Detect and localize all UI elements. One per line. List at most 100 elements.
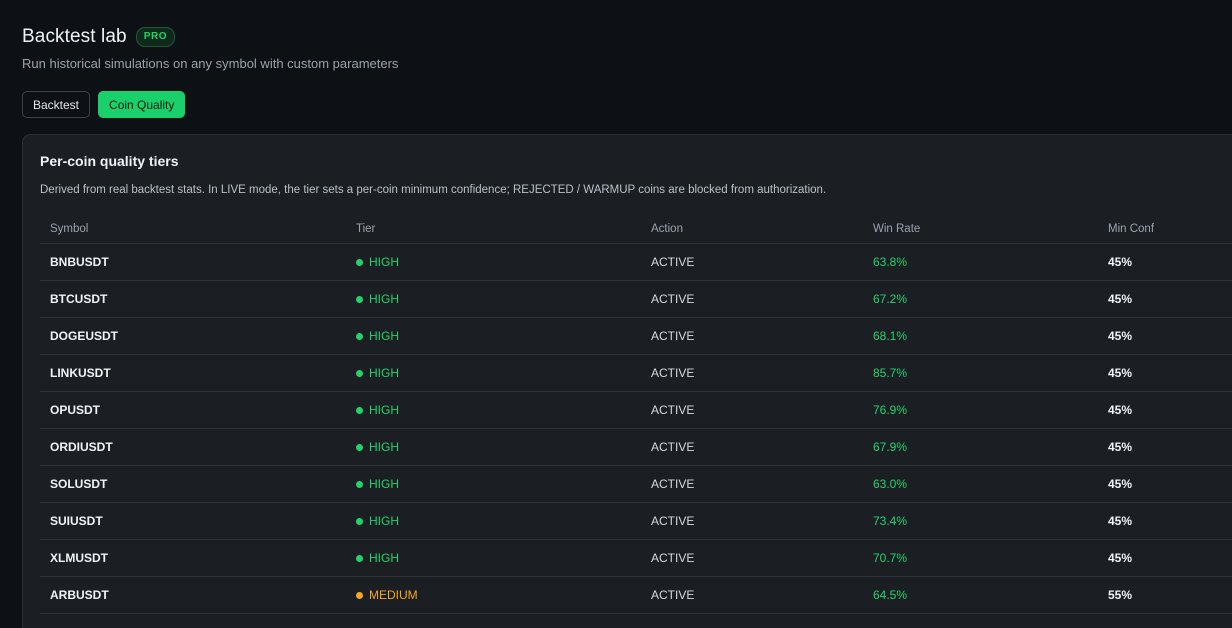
page-header: Backtest lab PRO Run historical simulati… — [22, 25, 398, 71]
tier-cell: HIGH — [346, 539, 641, 577]
tier-cell: HIGH — [346, 354, 641, 392]
tier-indicator: HIGH — [356, 329, 399, 343]
pro-badge: PRO — [135, 27, 176, 47]
tier-cell: HIGH — [346, 317, 641, 355]
tier-label: HIGH — [369, 255, 399, 270]
min-conf-cell: 45% — [1098, 391, 1232, 429]
tier-dot-icon — [356, 258, 363, 266]
tier-dot-icon — [356, 369, 363, 377]
table-header-row: Symbol Tier Action Win Rate Min Conf — [40, 214, 1232, 244]
action-cell: ACTIVE — [641, 280, 863, 318]
tab-backtest[interactable]: Backtest — [22, 91, 91, 118]
column-header-symbol: Symbol — [40, 214, 346, 244]
tier-indicator: HIGH — [356, 292, 399, 306]
tier-cell: HIGH — [346, 391, 641, 429]
coin-quality-table: Symbol Tier Action Win Rate Min Conf BNB… — [40, 214, 1232, 614]
table-body: BNBUSDT HIGH ACTIVE 63.8% 45% BTCUSDT HI… — [40, 243, 1232, 614]
tier-label: HIGH — [369, 292, 399, 307]
action-cell: ACTIVE — [641, 576, 863, 614]
column-header-min-conf: Min Conf — [1098, 214, 1232, 244]
tier-label: HIGH — [369, 329, 399, 344]
win-rate-cell: 68.1% — [863, 317, 1098, 355]
tier-dot-icon — [356, 554, 363, 562]
tier-indicator: HIGH — [356, 551, 399, 565]
title-row: Backtest lab PRO — [22, 25, 176, 49]
panel-description: Derived from real backtest stats. In LIV… — [40, 184, 827, 196]
tier-indicator: HIGH — [356, 255, 399, 269]
column-header-tier: Tier — [346, 214, 641, 244]
symbol-cell: DOGEUSDT — [40, 317, 346, 355]
page-title: Backtest lab — [22, 26, 127, 47]
action-cell: ACTIVE — [641, 428, 863, 466]
tier-cell: HIGH — [346, 502, 641, 540]
tier-indicator: MEDIUM — [356, 588, 418, 602]
win-rate-cell: 76.9% — [863, 391, 1098, 429]
symbol-cell: XLMUSDT — [40, 539, 346, 577]
min-conf-cell: 45% — [1098, 243, 1232, 281]
tier-dot-icon — [356, 406, 363, 414]
tier-cell: MEDIUM — [346, 576, 641, 614]
tier-label: MEDIUM — [369, 588, 418, 603]
tier-indicator: HIGH — [356, 514, 399, 528]
column-header-action: Action — [641, 214, 863, 244]
table-row: XLMUSDT HIGH ACTIVE 70.7% 45% — [40, 539, 1232, 577]
table-row: ARBUSDT MEDIUM ACTIVE 64.5% 55% — [40, 576, 1232, 614]
tier-indicator: HIGH — [356, 477, 399, 491]
symbol-cell: SOLUSDT — [40, 465, 346, 503]
tier-label: HIGH — [369, 366, 399, 381]
action-cell: ACTIVE — [641, 317, 863, 355]
tier-label: HIGH — [369, 514, 399, 529]
symbol-cell: LINKUSDT — [40, 354, 346, 392]
tier-indicator: HIGH — [356, 403, 399, 417]
symbol-cell: ORDIUSDT — [40, 428, 346, 466]
tier-dot-icon — [356, 295, 363, 303]
action-cell: ACTIVE — [641, 354, 863, 392]
min-conf-cell: 45% — [1098, 465, 1232, 503]
action-cell: ACTIVE — [641, 502, 863, 540]
action-cell: ACTIVE — [641, 539, 863, 577]
tier-label: HIGH — [369, 551, 399, 566]
table-row: BNBUSDT HIGH ACTIVE 63.8% 45% — [40, 243, 1232, 281]
win-rate-cell: 63.8% — [863, 243, 1098, 281]
win-rate-cell: 73.4% — [863, 502, 1098, 540]
tier-dot-icon — [356, 480, 363, 488]
table-row: OPUSDT HIGH ACTIVE 76.9% 45% — [40, 391, 1232, 429]
page-subtitle: Run historical simulations on any symbol… — [22, 56, 399, 71]
min-conf-cell: 45% — [1098, 539, 1232, 577]
panel-title: Per-coin quality tiers — [40, 153, 179, 169]
symbol-cell: ARBUSDT — [40, 576, 346, 614]
tab-coin-quality[interactable]: Coin Quality — [98, 91, 186, 118]
symbol-cell: SUIUSDT — [40, 502, 346, 540]
action-cell: ACTIVE — [641, 243, 863, 281]
tier-indicator: HIGH — [356, 366, 399, 380]
table-row: SUIUSDT HIGH ACTIVE 73.4% 45% — [40, 502, 1232, 540]
tier-dot-icon — [356, 443, 363, 451]
tier-dot-icon — [356, 332, 363, 340]
tier-cell: HIGH — [346, 428, 641, 466]
win-rate-cell: 70.7% — [863, 539, 1098, 577]
tier-label: HIGH — [369, 440, 399, 455]
win-rate-cell: 64.5% — [863, 576, 1098, 614]
table-row: LINKUSDT HIGH ACTIVE 85.7% 45% — [40, 354, 1232, 392]
table-row: ORDIUSDT HIGH ACTIVE 67.9% 45% — [40, 428, 1232, 466]
action-cell: ACTIVE — [641, 465, 863, 503]
win-rate-cell: 67.2% — [863, 280, 1098, 318]
symbol-cell: BTCUSDT — [40, 280, 346, 318]
tier-cell: HIGH — [346, 280, 641, 318]
tier-cell: HIGH — [346, 465, 641, 503]
table-row: DOGEUSDT HIGH ACTIVE 68.1% 45% — [40, 317, 1232, 355]
tier-label: HIGH — [369, 477, 399, 492]
symbol-cell: OPUSDT — [40, 391, 346, 429]
min-conf-cell: 45% — [1098, 354, 1232, 392]
table-row: BTCUSDT HIGH ACTIVE 67.2% 45% — [40, 280, 1232, 318]
backtest-lab-page: Backtest lab PRO Run historical simulati… — [0, 0, 1232, 628]
win-rate-cell: 63.0% — [863, 465, 1098, 503]
win-rate-cell: 85.7% — [863, 354, 1098, 392]
table-row: SOLUSDT HIGH ACTIVE 63.0% 45% — [40, 465, 1232, 503]
min-conf-cell: 55% — [1098, 576, 1232, 614]
view-tabs: Backtest Coin Quality — [22, 91, 186, 118]
coin-quality-panel: Per-coin quality tiers Derived from real… — [22, 134, 1232, 628]
tier-dot-icon — [356, 591, 363, 599]
column-header-win-rate: Win Rate — [863, 214, 1098, 244]
min-conf-cell: 45% — [1098, 280, 1232, 318]
